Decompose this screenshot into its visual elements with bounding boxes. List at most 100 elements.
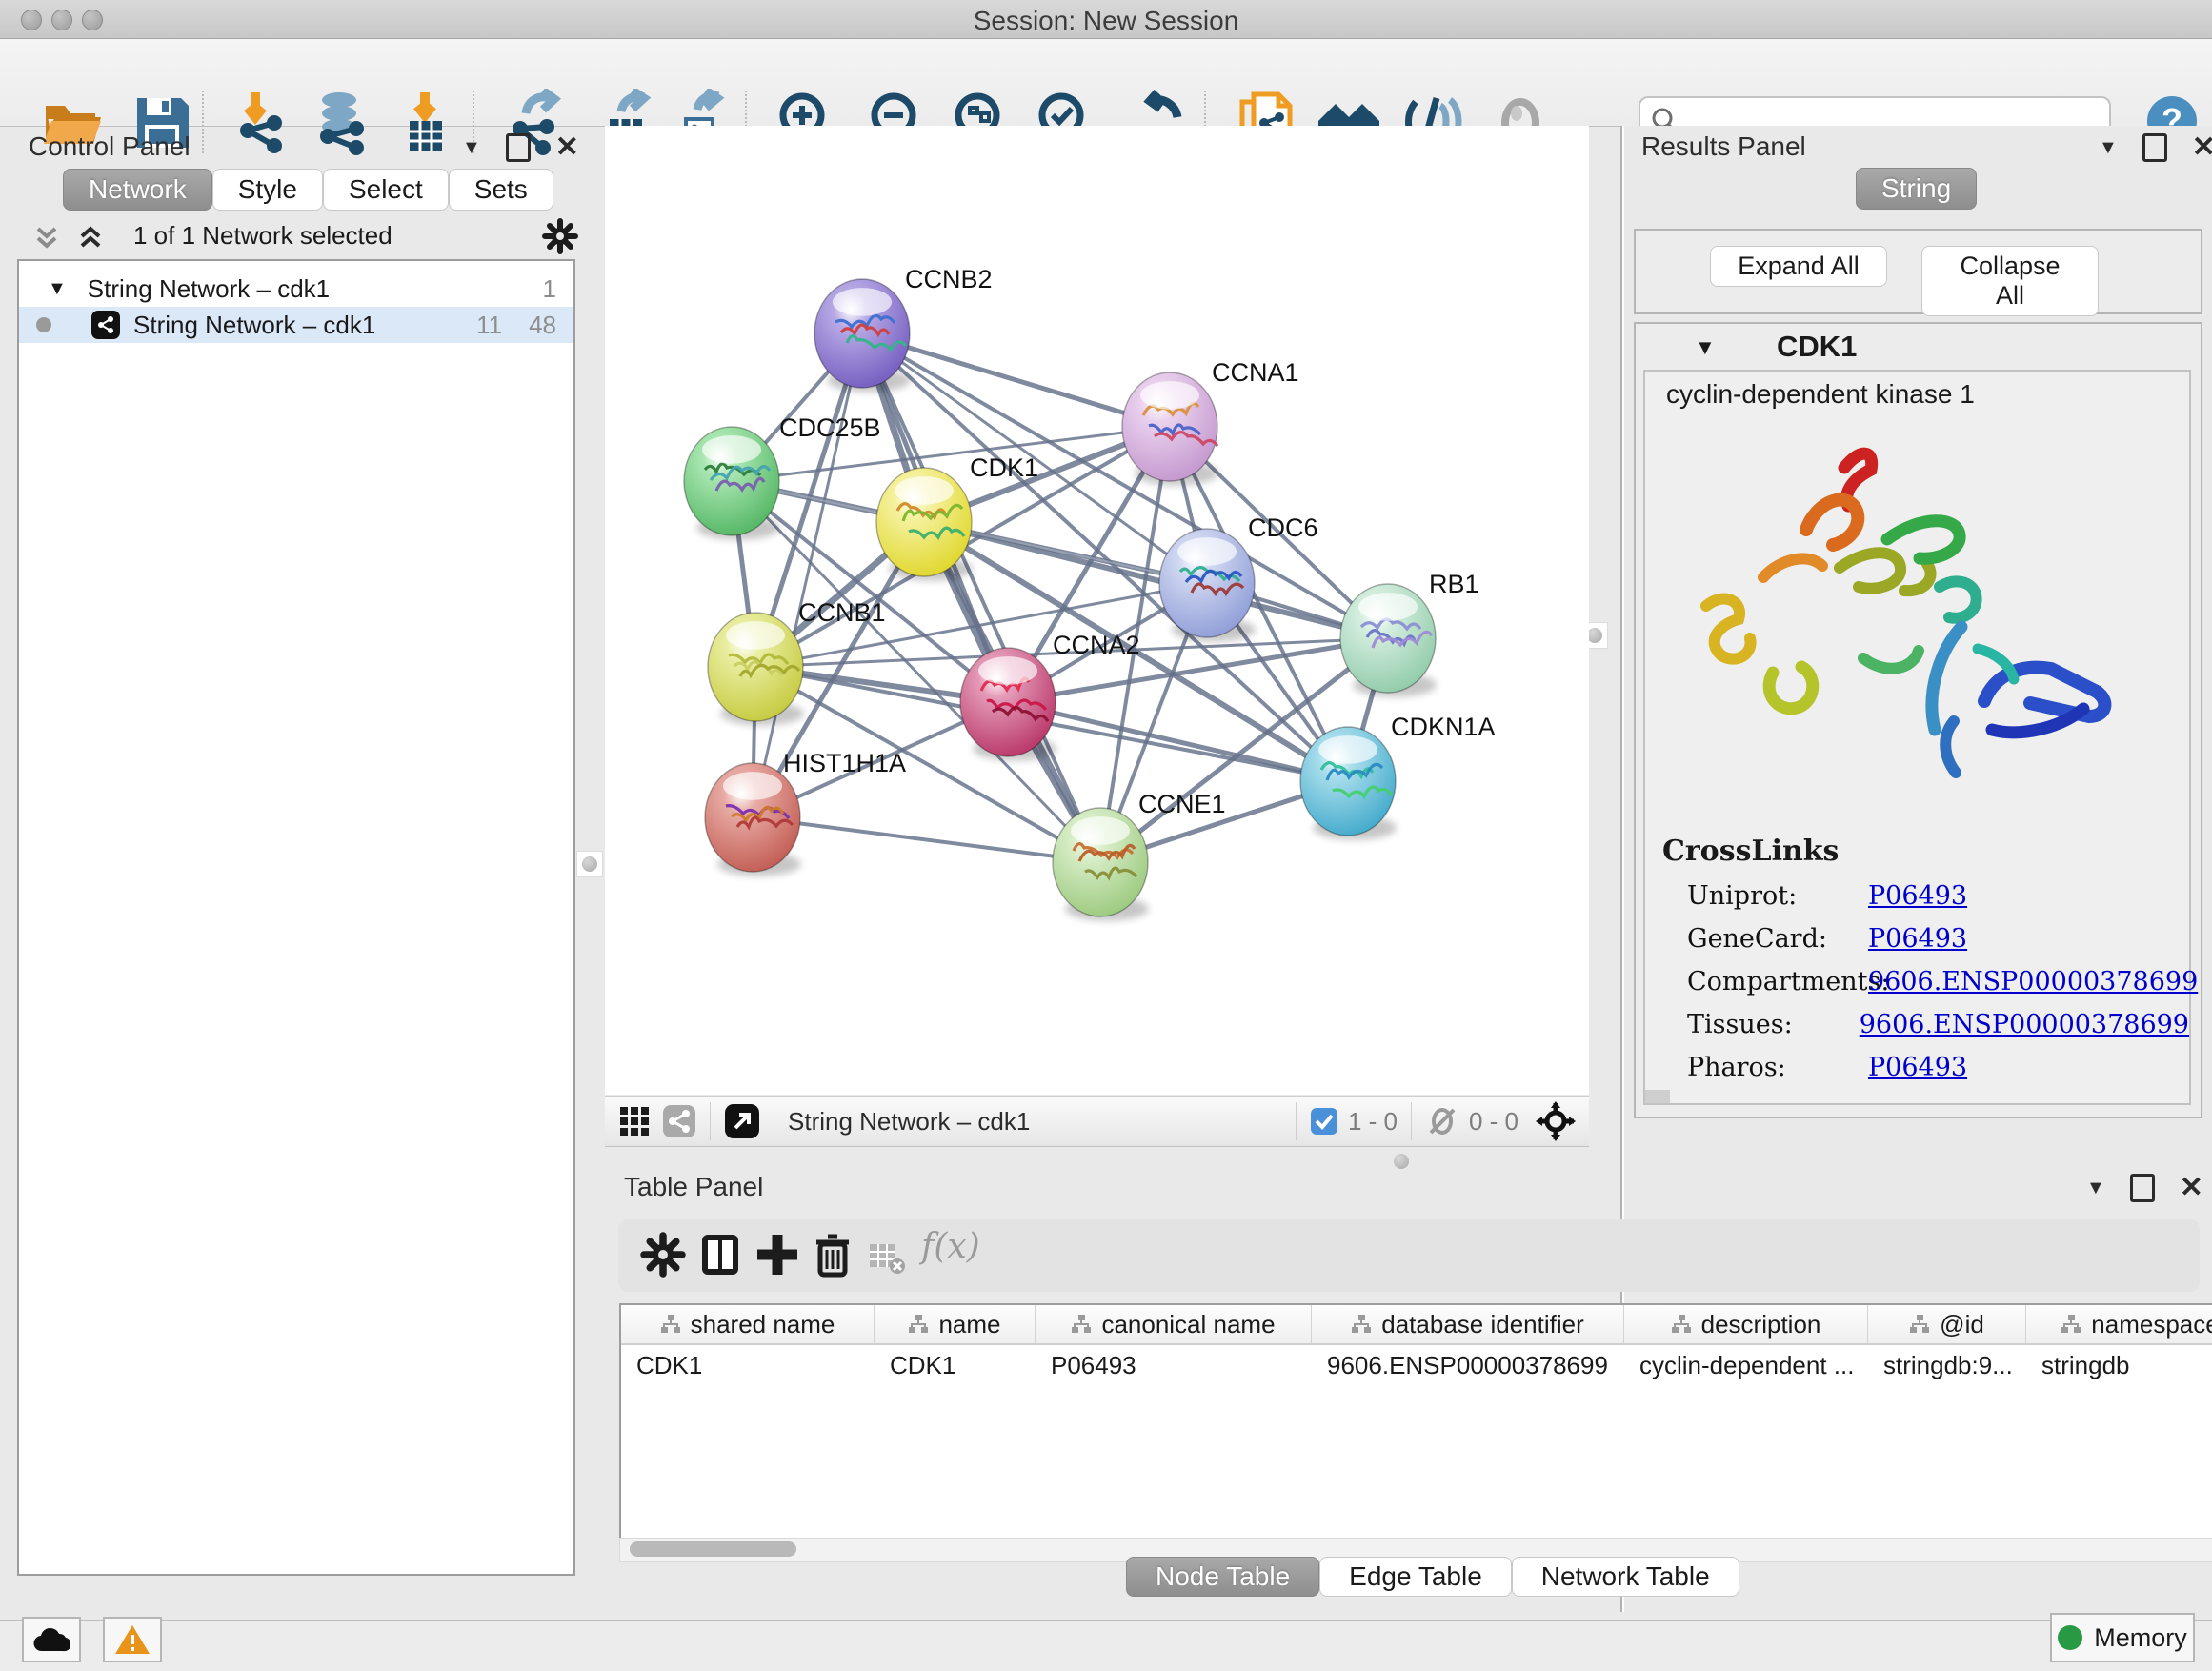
network-status-dot (36, 317, 51, 332)
memory-button[interactable]: Memory (2050, 1613, 2195, 1662)
share-view-icon[interactable] (662, 1104, 696, 1138)
tab-style[interactable]: Style (212, 169, 323, 211)
expand-all-button[interactable]: Expand All (1710, 246, 1887, 287)
hidden-counts: 0 - 0 (1469, 1107, 1518, 1137)
network-node-HIST1H1A[interactable]: HIST1H1A (705, 749, 906, 876)
table-cell[interactable]: 9606.ENSP00000378699 (1312, 1345, 1624, 1385)
column-header-name[interactable]: name (875, 1305, 1036, 1343)
open-in-new-icon[interactable] (724, 1103, 760, 1139)
results-panel-maximize-icon[interactable] (2142, 133, 2167, 162)
cloud-button[interactable] (22, 1617, 81, 1662)
delete-icon[interactable] (809, 1231, 856, 1278)
tab-edge-table[interactable]: Edge Table (1319, 1557, 1512, 1597)
gear-icon[interactable] (639, 1231, 687, 1278)
selected-checkbox-icon[interactable] (1310, 1107, 1338, 1136)
column-header-@id[interactable]: @id (1868, 1305, 2026, 1343)
network-edge-CCNB2-CCNE1[interactable] (862, 333, 1100, 862)
table-cell[interactable]: P06493 (1036, 1345, 1312, 1385)
network-tree: ▼ String Network – cdk1 1 String Network… (17, 259, 575, 1576)
delete-table-icon[interactable] (868, 1238, 906, 1277)
columns-icon[interactable] (696, 1231, 744, 1278)
table-cell[interactable]: cyclin-dependent ... (1624, 1345, 1868, 1385)
table-panel-maximize-icon[interactable] (2130, 1174, 2155, 1202)
table-row[interactable]: CDK1CDK1P064939606.ENSP00000378699cyclin… (621, 1345, 2212, 1385)
crosslink-label: GeneCard: (1687, 924, 1868, 954)
node-label-CCNB2: CCNB2 (905, 265, 993, 293)
table-toolbar: f(x) (618, 1219, 2200, 1292)
crosslink-link[interactable]: P06493 (1868, 881, 1967, 911)
column-header-namespace[interactable]: namespace (2026, 1305, 2212, 1343)
crosslink-row: Tissues:9606.ENSP00000378699 (1687, 1010, 2189, 1039)
import-database-icon[interactable] (307, 89, 375, 157)
network-canvas[interactable]: CCNB2CCNA1CDC25BCDK1CDC6RB1CCNB1CCNA2CDK… (605, 126, 1589, 1095)
hidden-eye-icon[interactable] (1425, 1104, 1459, 1138)
tab-network-table[interactable]: Network Table (1512, 1557, 1739, 1597)
collapse-all-icon[interactable] (74, 221, 107, 253)
column-header-label: shared name (691, 1310, 835, 1339)
table-cell[interactable]: stringdb (2026, 1345, 2212, 1385)
import-network-icon[interactable] (227, 89, 295, 157)
left-splitter-handle[interactable] (576, 851, 603, 877)
table-panel-close-icon[interactable]: ✕ (2180, 1177, 2203, 1199)
column-type-icon (1671, 1314, 1692, 1335)
collection-count: 1 (543, 274, 556, 304)
tab-node-table[interactable]: Node Table (1126, 1557, 1319, 1597)
selection-status: 1 of 1 Network selected (133, 221, 392, 251)
crosslink-link[interactable]: 9606.ENSP00000378699 (1860, 1010, 2189, 1039)
results-panel-float-icon[interactable]: ▼ (2099, 137, 2118, 159)
column-header-shared-name[interactable]: shared name (621, 1305, 875, 1343)
node-label-CDK1: CDK1 (970, 453, 1038, 482)
table-cell[interactable]: CDK1 (621, 1345, 875, 1385)
column-header-label: canonical name (1101, 1310, 1275, 1339)
column-header-label: namespace (2091, 1310, 2212, 1339)
function-icon[interactable]: f(x) (921, 1227, 980, 1266)
network-row-selected[interactable]: String Network – cdk1 11 48 (19, 307, 573, 343)
table-hscrollbar-thumb[interactable] (630, 1541, 796, 1557)
column-header-description[interactable]: description (1624, 1305, 1868, 1343)
cytoscape-window: Session: New Session (0, 0, 2212, 1671)
results-panel-close-icon[interactable]: ✕ (2192, 136, 2212, 159)
table-cell[interactable]: CDK1 (875, 1345, 1036, 1385)
node-table: shared name name canonical name database id… (619, 1303, 2212, 1540)
string-network-graph[interactable]: CCNB2CCNA1CDC25BCDK1CDC6RB1CCNB1CCNA2CDK… (605, 126, 1589, 1095)
node-label-CCNA1: CCNA1 (1212, 358, 1299, 387)
table-panel-title: Table Panel (624, 1172, 763, 1202)
network-edge-CCNB2-HIST1H1A[interactable] (753, 333, 862, 817)
table-panel-float-icon[interactable]: ▼ (2086, 1178, 2105, 1199)
table-cell[interactable]: stringdb:9... (1868, 1345, 2026, 1385)
network-collection-row[interactable]: ▼ String Network – cdk1 1 (19, 271, 573, 307)
birdseye-grid-icon[interactable] (618, 1105, 651, 1137)
node-label-CCNA2: CCNA2 (1053, 631, 1140, 659)
main-toolbar: ? (0, 39, 2212, 127)
control-panel-close-icon[interactable]: ✕ (555, 136, 579, 159)
import-table-icon[interactable] (391, 89, 459, 157)
collection-collapse-icon[interactable]: ▼ (48, 278, 67, 300)
control-panel-maximize-icon[interactable] (506, 133, 531, 162)
column-header-database-identifier[interactable]: database identifier (1312, 1305, 1624, 1343)
network-node-RB1[interactable]: RB1 (1340, 570, 1479, 697)
memory-label: Memory (2094, 1623, 2187, 1653)
protein-collapse-icon[interactable]: ▼ (1695, 335, 1716, 360)
expand-all-icon[interactable] (30, 221, 63, 253)
table-panel: Table Panel ▼ ✕ f(x) shared n (605, 1164, 2212, 1612)
tab-sets[interactable]: Sets (449, 169, 553, 211)
crosslink-link[interactable]: P06493 (1868, 924, 1967, 954)
network-node-CDC6[interactable]: CDC6 (1159, 513, 1318, 642)
crosslink-link[interactable]: P06493 (1868, 1053, 1967, 1082)
column-header-canonical-name[interactable]: canonical name (1036, 1305, 1312, 1343)
network-node-CDKN1A[interactable]: CDKN1A (1300, 713, 1496, 840)
collapse-all-button[interactable]: Collapse All (1921, 246, 2099, 316)
column-header-label: @id (1940, 1310, 1984, 1339)
protein-name: CDK1 (1777, 330, 1857, 364)
crosslink-link[interactable]: 9606.ENSP00000378699 (1868, 967, 2198, 997)
tab-select[interactable]: Select (323, 169, 449, 211)
tab-network[interactable]: Network (63, 169, 212, 211)
warning-button[interactable] (103, 1617, 162, 1662)
network-edge-CCNE1-HIST1H1A[interactable] (753, 817, 1100, 862)
tab-string[interactable]: String (1856, 168, 1977, 210)
crosslink-row: Pharos:P06493 (1687, 1053, 2189, 1082)
fit-content-crosshair-icon[interactable] (1536, 1101, 1576, 1141)
network-options-gear-icon[interactable] (541, 217, 579, 255)
add-column-icon[interactable] (754, 1231, 801, 1278)
control-panel-float-icon[interactable]: ▼ (462, 137, 481, 159)
